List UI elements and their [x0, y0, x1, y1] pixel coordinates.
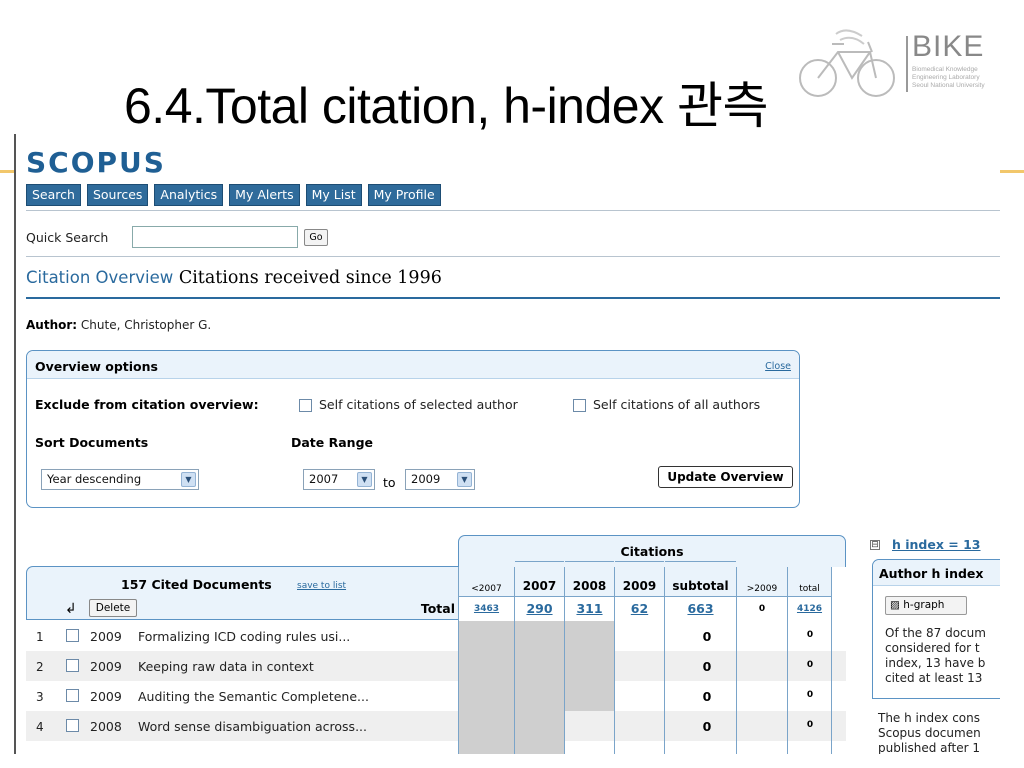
total-label: Total: [420, 601, 455, 616]
nav-my-alerts[interactable]: My Alerts: [229, 184, 300, 206]
decorative-line-right: [1000, 170, 1024, 173]
citations-title: Citations: [620, 544, 684, 559]
row-total: 0: [806, 720, 814, 730]
document-title[interactable]: Auditing the Semantic Completene...: [138, 689, 369, 704]
row-subtotal: 0: [702, 659, 712, 674]
column-2008: 2008 311: [564, 561, 614, 754]
overview-options-panel: Overview options Close Exclude from cita…: [26, 350, 800, 508]
documents-header: 157 Cited Documents save to list ↲ Delet…: [26, 566, 458, 620]
chevron-down-icon: ▼: [181, 472, 196, 487]
sort-select[interactable]: Year descending ▼: [41, 469, 199, 490]
chevron-down-icon: ▼: [357, 472, 372, 487]
page-title: Citation Overview Citations received sin…: [26, 268, 442, 288]
h-index-description: Of the 87 docum considered for t index, …: [885, 626, 986, 685]
self-citations-selected-checkbox[interactable]: [299, 399, 312, 412]
row-subtotal: 0: [702, 629, 712, 644]
date-to-select[interactable]: 2009 ▼: [405, 469, 475, 490]
h-index-link[interactable]: h index = 13: [892, 537, 981, 552]
corner-arrow-icon: ↲: [65, 601, 77, 617]
bike-lab-logo: BIKE Biomedical Knowledge Engineering La…: [788, 22, 1002, 102]
row-checkbox[interactable]: [66, 629, 79, 642]
date-range-label: Date Range: [291, 435, 374, 450]
total-2007[interactable]: 290: [515, 597, 564, 621]
close-link[interactable]: Close: [765, 361, 791, 372]
panel-title: Overview options: [35, 359, 158, 374]
row-checkbox[interactable]: [66, 689, 79, 702]
column-2007: 2007 290: [514, 561, 564, 754]
nav-search[interactable]: Search: [26, 184, 81, 206]
logo-divider: [906, 36, 908, 92]
author-line: Author: Chute, Christopher G.: [26, 318, 211, 332]
scopus-screenshot: SCOPUS Search Sources Analytics My Alert…: [14, 134, 1000, 754]
divider: [26, 297, 1000, 299]
total-before-2007[interactable]: 3463: [459, 597, 514, 621]
nav-analytics[interactable]: Analytics: [154, 184, 224, 206]
sort-label: Sort Documents: [35, 435, 149, 450]
author-name: Chute, Christopher G.: [80, 318, 212, 332]
page-subtitle: Citations received since 1996: [178, 268, 442, 288]
row-subtotal: 0: [702, 689, 712, 704]
column-2009: 2009 62: [614, 561, 664, 754]
total-subtotal[interactable]: 663: [665, 597, 736, 621]
self-citations-all-checkbox[interactable]: [573, 399, 586, 412]
panel-title: Author h index: [879, 566, 984, 581]
total-2009[interactable]: 62: [615, 597, 664, 621]
quick-search-input[interactable]: [132, 226, 298, 248]
decorative-line-left: [0, 170, 14, 173]
exclude-label: Exclude from citation overview:: [35, 397, 259, 412]
update-overview-button[interactable]: Update Overview: [658, 466, 793, 488]
go-button[interactable]: Go: [304, 229, 328, 246]
total-after-2009: 0: [758, 604, 766, 614]
divider: [26, 256, 1000, 257]
scopus-logo: SCOPUS: [26, 146, 166, 178]
h-graph-button[interactable]: ▨ h-graph: [885, 596, 967, 615]
save-to-list-link[interactable]: save to list: [297, 581, 346, 591]
document-title[interactable]: Keeping raw data in context: [138, 659, 314, 674]
collapse-icon[interactable]: ⊟: [870, 540, 880, 550]
total-2008[interactable]: 311: [565, 597, 614, 621]
row-checkbox[interactable]: [66, 719, 79, 732]
slide-title: 6.4.Total citation, h-index 관측: [124, 78, 769, 134]
self-citations-all-label: Self citations of all authors: [593, 397, 761, 412]
nav-my-list[interactable]: My List: [305, 184, 362, 206]
author-h-index-panel: Author h index ▨ h-graph Of the 87 docum…: [872, 559, 1000, 699]
self-citations-selected-label: Self citations of selected author: [319, 397, 518, 412]
bicycle-icon: [799, 29, 895, 97]
row-total: 0: [806, 690, 814, 700]
row-total: 0: [806, 630, 814, 640]
citation-overview-link[interactable]: Citation Overview: [26, 268, 173, 287]
quick-search-label: Quick Search: [26, 230, 109, 245]
main-nav: Search Sources Analytics My Alerts My Li…: [26, 184, 441, 206]
total-total[interactable]: 4126: [788, 597, 831, 621]
to-label: to: [383, 475, 396, 490]
author-label: Author:: [26, 318, 78, 332]
delete-button[interactable]: Delete: [89, 599, 137, 617]
document-title[interactable]: Formalizing ICD coding rules usi...: [138, 629, 350, 644]
h-index-note: The h index cons Scopus documen publishe…: [878, 711, 981, 754]
date-from-select[interactable]: 2007 ▼: [303, 469, 375, 490]
row-checkbox[interactable]: [66, 659, 79, 672]
document-title[interactable]: Word sense disambiguation across...: [138, 719, 367, 734]
column-before-2007: <2007 3463: [458, 567, 514, 754]
nav-my-profile[interactable]: My Profile: [367, 184, 441, 206]
nav-sources[interactable]: Sources: [86, 184, 149, 206]
logo-subtitle: Biomedical Knowledge Engineering Laborat…: [912, 66, 985, 89]
svg-text:SCOPUS: SCOPUS: [26, 146, 166, 178]
graph-icon: ▨: [890, 599, 900, 611]
divider: [26, 210, 1000, 211]
chevron-down-icon: ▼: [457, 472, 472, 487]
row-subtotal: 0: [702, 719, 712, 734]
logo-word: BIKE: [912, 30, 985, 63]
cited-documents-count: 157 Cited Documents: [121, 577, 272, 592]
row-total: 0: [806, 660, 814, 670]
